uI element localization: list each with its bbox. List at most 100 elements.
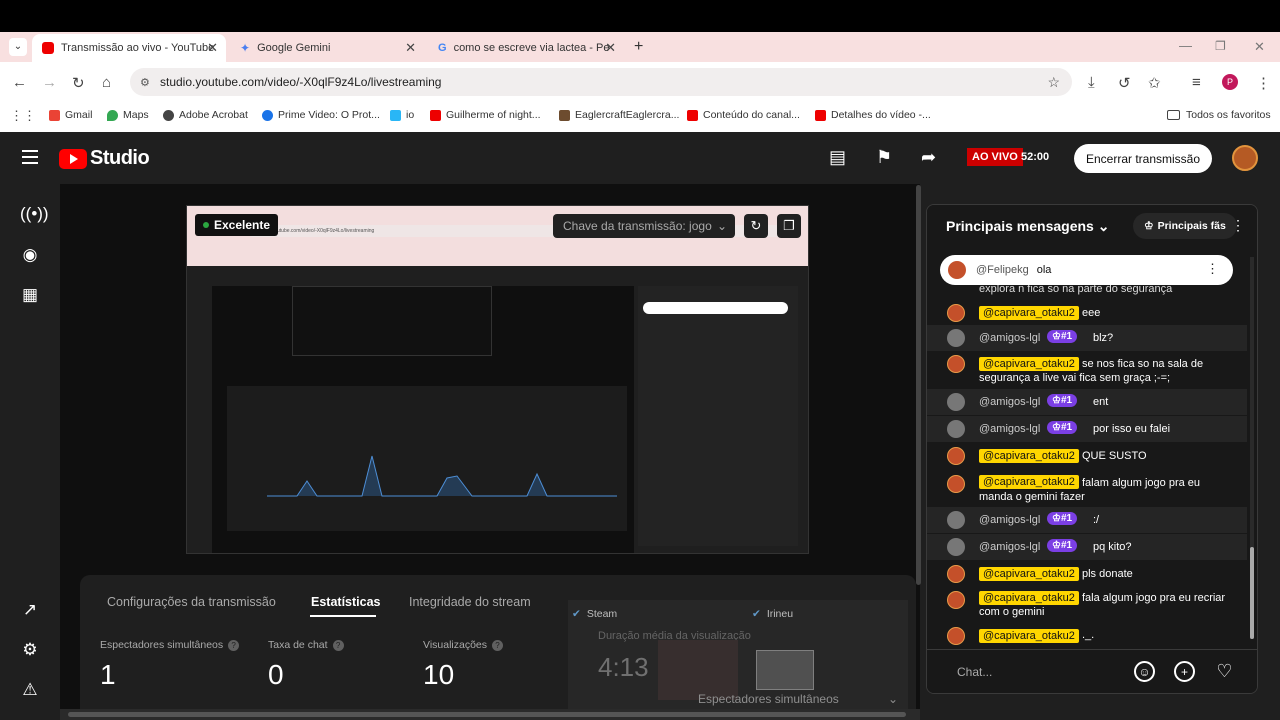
chat-message[interactable]: @amigos-lgl ♔#1 por isso eu falei	[927, 416, 1247, 442]
refresh-button[interactable]: ↻	[744, 214, 768, 238]
favorites-icon[interactable]: ✩	[1148, 74, 1161, 92]
help-icon[interactable]: ?	[228, 639, 240, 651]
forward-arrow-icon[interactable]: →	[42, 74, 57, 91]
author-name[interactable]: @amigos-lgl	[979, 514, 1040, 526]
profile-avatar[interactable]: P	[1222, 74, 1238, 90]
reload-icon[interactable]: ↻	[72, 74, 85, 92]
chat-message[interactable]: @amigos-lgl ♔#1 blz?	[927, 325, 1247, 351]
tab-statistics[interactable]: Estatísticas	[311, 595, 380, 609]
feedback-icon[interactable]: ⚠	[20, 680, 40, 700]
author-name[interactable]: @amigos-lgl	[979, 332, 1040, 344]
chat-message[interactable]: @amigos-lgl ♔#1 ent	[927, 389, 1247, 415]
irineu-label: Irineu	[766, 608, 794, 620]
bookmark-io[interactable]: io	[390, 109, 414, 121]
chat-message[interactable]: @capivara_otaku2 eee	[927, 302, 1247, 324]
author-name[interactable]: @amigos-lgl	[979, 541, 1040, 553]
browser-tab-gemini[interactable]: ✦ Google Gemini ✕	[230, 34, 424, 62]
end-stream-button[interactable]: Encerrar transmissão	[1074, 144, 1212, 173]
tab-stream-health[interactable]: Integridade do stream	[409, 595, 531, 609]
chat-scrollbar[interactable]	[1250, 257, 1254, 639]
chat-input[interactable]: Chat...	[957, 665, 992, 679]
more-options-icon[interactable]: ⋮	[1206, 261, 1219, 277]
stream-preview[interactable]: studio.youtube.com/video/-X0qlF9z4Lo/liv…	[186, 205, 809, 554]
chat-message[interactable]: @capivara_otaku2 ._.	[927, 624, 1247, 648]
taskbar-preview-overlay[interactable]: ✔ Steam ✔ Irineu Duração média da visualiz…	[568, 600, 908, 720]
chat-header: Principais mensagens ⌄ ♔ Principais fãs ⋮	[927, 205, 1257, 247]
apps-grid-icon[interactable]: ⋮⋮	[10, 108, 36, 124]
calendar-icon[interactable]: ▦	[20, 285, 40, 305]
bookmark-eaglercraft[interactable]: EaglercraftEaglercra...	[559, 109, 679, 121]
top-fans-button[interactable]: ♔ Principais fãs	[1133, 213, 1237, 239]
minimize-window-icon[interactable]: —	[1179, 38, 1192, 53]
author-name[interactable]: @capivara_otaku2	[979, 629, 1079, 643]
main-scrollbar[interactable]	[916, 185, 921, 585]
heart-icon[interactable]: ♡	[1214, 661, 1235, 682]
media-control-icon[interactable]: ≡	[1192, 74, 1201, 91]
history-icon[interactable]: ↺	[1118, 74, 1131, 92]
site-info-icon[interactable]: ⚙	[140, 76, 150, 89]
author-name[interactable]: @capivara_otaku2	[979, 567, 1079, 581]
address-bar[interactable]: ⚙ studio.youtube.com/video/-X0qlF9z4Lo/l…	[130, 68, 1072, 96]
author-name[interactable]: @amigos-lgl	[979, 396, 1040, 408]
bookmark-adobe[interactable]: Adobe Acrobat	[163, 109, 248, 121]
author-name[interactable]: @capivara_otaku2	[979, 306, 1079, 320]
chat-message[interactable]: @amigos-lgl ♔#1 pq kito?	[927, 534, 1247, 560]
tab-search-button[interactable]: ⌄	[9, 38, 27, 56]
browser-tab-google-search[interactable]: G como se escreve via lactea - Pe ✕	[428, 34, 624, 62]
close-tab-icon[interactable]: ✕	[207, 40, 218, 56]
all-bookmarks[interactable]: Todos os favoritos	[1167, 109, 1271, 121]
author-name[interactable]: @capivara_otaku2	[979, 449, 1079, 463]
chat-message[interactable]: @capivara_otaku2 pls donate	[927, 562, 1247, 586]
chat-message[interactable]: @capivara_otaku2 falam algum jogo pra eu…	[927, 471, 1247, 507]
chat-mode-dropdown[interactable]: Principais mensagens ⌄	[946, 218, 1109, 235]
bookmark-detalhes[interactable]: Detalhes do vídeo -...	[815, 109, 931, 121]
preview-studio	[187, 266, 808, 553]
help-icon[interactable]: ?	[332, 639, 344, 651]
close-tab-icon[interactable]: ✕	[405, 40, 416, 56]
browser-tab-youtube[interactable]: Transmissão ao vivo - YouTube ✕	[32, 34, 226, 62]
studio-logo[interactable]: Studio	[59, 147, 150, 170]
author-name[interactable]: @amigos-lgl	[979, 423, 1040, 435]
bookmark-star-icon[interactable]: ☆	[1047, 74, 1060, 91]
more-options-icon[interactable]: ⋮	[1231, 217, 1245, 234]
camera-icon[interactable]: ◉	[20, 245, 40, 265]
download-icon[interactable]: ⤓	[1088, 74, 1095, 91]
settings-gear-icon[interactable]: ⚙	[20, 640, 40, 660]
restore-window-icon[interactable]: ❐	[1215, 39, 1226, 53]
steam-window-tab[interactable]: ✔ Steam	[572, 608, 617, 620]
pinned-message[interactable]: @Felipekg ola ⋮	[940, 255, 1233, 285]
help-icon[interactable]: ?	[492, 639, 504, 651]
home-icon[interactable]: ⌂	[102, 74, 111, 91]
bookmark-maps[interactable]: Maps	[107, 109, 149, 121]
scroll-thumb[interactable]	[1250, 547, 1254, 639]
emoji-icon[interactable]: ☺	[1134, 661, 1155, 682]
close-tab-icon[interactable]: ✕	[605, 40, 616, 56]
new-tab-plus-icon[interactable]: +	[634, 38, 643, 56]
clapperboard-icon[interactable]: ▤	[829, 147, 846, 168]
bookmark-guilherme[interactable]: Guilherme of night...	[430, 109, 541, 121]
tab-stream-settings[interactable]: Configurações da transmissão	[107, 595, 276, 609]
copy-button[interactable]: ❐	[777, 214, 801, 238]
channel-avatar[interactable]	[1232, 145, 1258, 171]
bookmark-icon[interactable]: ⚑	[876, 147, 892, 168]
bookmark-label: io	[406, 109, 415, 121]
bookmark-prime-video[interactable]: Prime Video: O Prot...	[262, 109, 380, 121]
broadcast-icon[interactable]: ((•))	[20, 204, 49, 224]
chat-message[interactable]: @capivara_otaku2 fala algum jogo pra eu …	[927, 587, 1247, 621]
chat-message[interactable]: @capivara_otaku2 QUE SUSTO	[927, 444, 1247, 468]
irineu-window-tab[interactable]: ✔ Irineu	[752, 608, 793, 620]
browser-menu-icon[interactable]: ⋮	[1256, 74, 1271, 92]
menu-hamburger-icon[interactable]	[22, 150, 38, 168]
bookmark-conteudo[interactable]: Conteúdo do canal...	[687, 109, 800, 121]
bookmark-gmail[interactable]: Gmail	[49, 109, 92, 121]
close-window-icon[interactable]: ✕	[1254, 39, 1265, 55]
external-link-icon[interactable]: ↗	[20, 600, 40, 620]
chat-message[interactable]: @amigos-lgl ♔#1 :/	[927, 507, 1247, 533]
horizontal-scrollbar[interactable]	[60, 709, 920, 720]
scroll-thumb[interactable]	[68, 712, 906, 717]
share-icon[interactable]: ➦	[921, 147, 936, 168]
add-icon[interactable]: +	[1174, 661, 1195, 682]
back-arrow-icon[interactable]: ←	[12, 74, 27, 91]
stream-key-select[interactable]: Chave da transmissão: jogo ⌄	[553, 214, 735, 238]
chat-message[interactable]: @capivara_otaku2 se nos fica so na sala …	[927, 353, 1247, 387]
